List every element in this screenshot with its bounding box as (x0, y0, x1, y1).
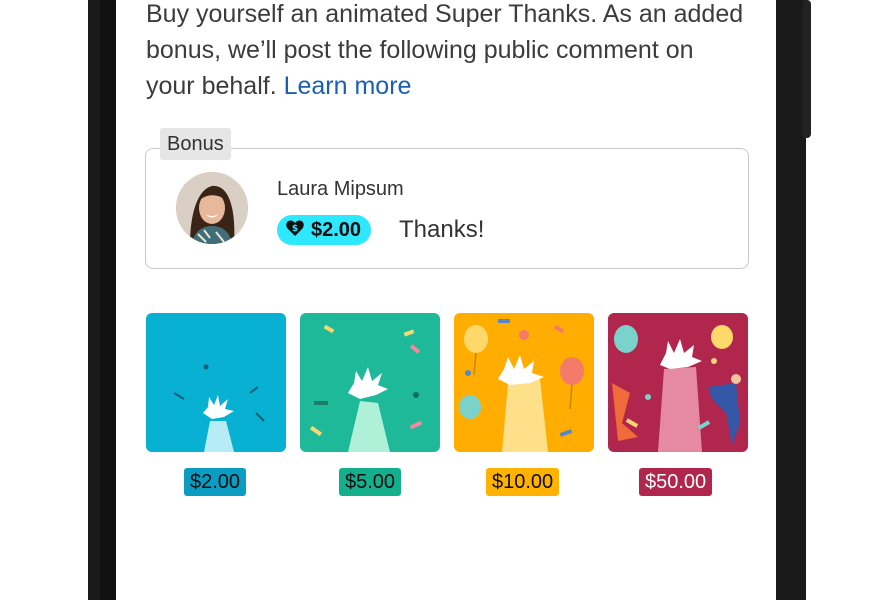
avatar (176, 172, 248, 244)
option-price-5[interactable]: $5.00 (339, 468, 402, 496)
learn-more-link[interactable]: Learn more (284, 72, 412, 100)
comment-message: Thanks! (399, 216, 485, 243)
pill-amount: $2.00 (311, 218, 362, 241)
option-tile-2[interactable] (146, 313, 286, 452)
option-price-2[interactable]: $2.00 (184, 468, 247, 496)
phone-bezel-left (100, 0, 116, 600)
intro-body: Buy yourself an animated Super Thanks. A… (146, 0, 744, 100)
option-tile-5[interactable] (300, 313, 440, 452)
intro-text: Buy yourself an animated Super Thanks. A… (146, 0, 746, 104)
option-price-10[interactable]: $10.00 (486, 468, 560, 496)
dollar-heart-icon: $ (285, 218, 305, 243)
bonus-tag: Bonus (160, 128, 231, 160)
super-thanks-amount-pill: $ $2.00 (277, 215, 372, 245)
phone-side-button (803, 0, 811, 138)
commenter-name: Laura Mipsum (277, 178, 404, 200)
option-tile-10[interactable] (454, 313, 594, 452)
option-price-50[interactable]: $50.00 (639, 468, 713, 496)
option-tile-50[interactable] (608, 313, 748, 452)
phone-frame-right (776, 0, 806, 600)
svg-text:$: $ (292, 224, 298, 234)
